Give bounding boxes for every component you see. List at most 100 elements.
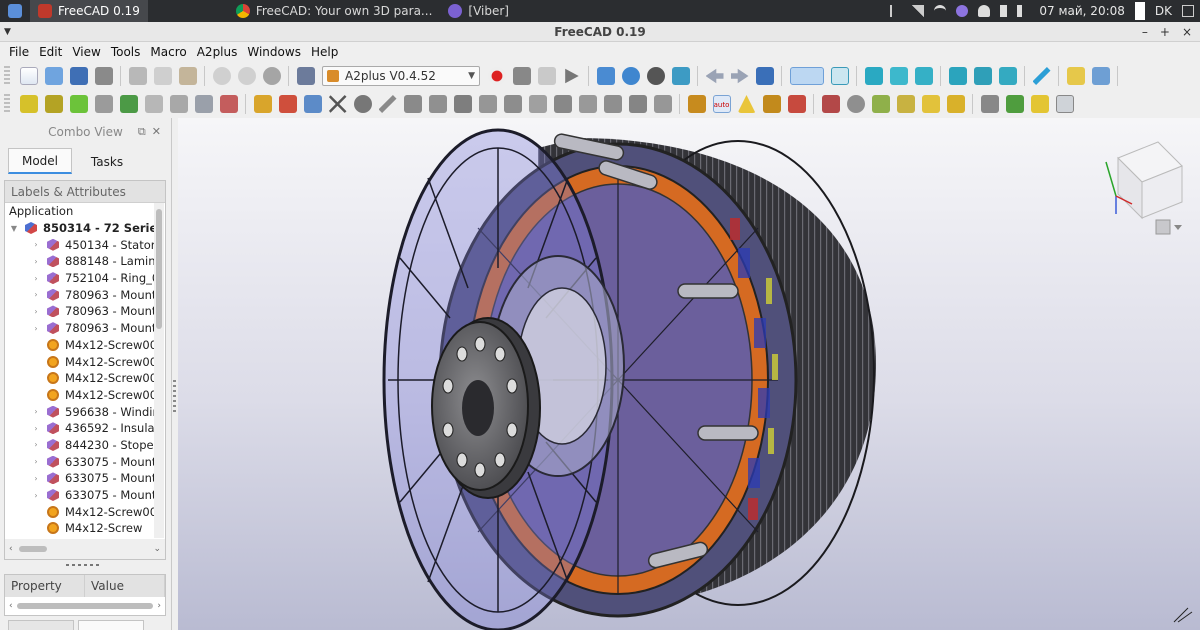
tree-item[interactable]: › 596638 - Winding <box>5 403 155 420</box>
update-imports-icon[interactable] <box>194 95 213 113</box>
wifi-icon[interactable] <box>934 5 947 17</box>
tree-item[interactable]: › 633075 - Mount fo <box>5 487 155 504</box>
menu-tools[interactable]: Tools <box>106 45 146 59</box>
chevron-right-icon[interactable]: › <box>31 274 41 283</box>
point-on-plane-icon[interactable] <box>303 95 322 113</box>
chevron-right-icon[interactable]: › <box>31 407 41 416</box>
copy-icon[interactable] <box>153 67 172 85</box>
chevron-right-icon[interactable]: › <box>31 257 41 266</box>
face-constraint-icon[interactable] <box>603 95 622 113</box>
tree-item[interactable]: › 450134 - Stator m <box>5 236 155 253</box>
measure-distance-icon[interactable] <box>1032 67 1051 85</box>
paste-icon[interactable] <box>178 67 197 85</box>
float-panel-icon[interactable]: ⧉ <box>138 125 146 139</box>
start-menu-button[interactable] <box>0 0 30 22</box>
macro-edit-icon[interactable] <box>537 67 556 85</box>
point-on-line-icon[interactable] <box>278 95 297 113</box>
bluetooth-icon[interactable] <box>890 5 902 17</box>
scroll-left-icon[interactable]: ‹ <box>9 601 13 611</box>
maximize-button[interactable]: + <box>1160 22 1170 42</box>
part-icon[interactable] <box>1066 67 1085 85</box>
tree-item[interactable]: › 780963 - Mount_C <box>5 286 155 303</box>
tree-item[interactable]: M4x12-Screw <box>5 520 155 537</box>
macro-stop-icon[interactable] <box>512 67 531 85</box>
show-desktop-button[interactable] <box>1134 2 1145 20</box>
macro-run-icon[interactable] <box>565 68 579 84</box>
notification-bell-icon[interactable] <box>978 5 991 17</box>
close-panel-icon[interactable]: ✕ <box>152 125 161 139</box>
isolate-part-icon[interactable] <box>896 95 915 113</box>
print-icon[interactable] <box>94 67 113 85</box>
show-constraint-icon[interactable] <box>653 95 672 113</box>
menu-file[interactable]: File <box>4 45 34 59</box>
flip-constraint-icon[interactable] <box>787 95 806 113</box>
axis-plane-parallel-icon[interactable] <box>428 95 447 113</box>
keyboard-layout[interactable]: DK <box>1155 4 1172 18</box>
view-bottom-icon[interactable] <box>973 67 992 85</box>
bounding-box-icon[interactable] <box>671 67 690 85</box>
view-isometric-icon[interactable] <box>830 67 849 85</box>
navigation-cube[interactable] <box>1105 141 1183 220</box>
minimize-button[interactable]: – <box>1142 22 1148 42</box>
tab-tasks[interactable]: Tasks <box>72 148 142 174</box>
clock[interactable]: 07 май, 20:08 <box>1039 4 1125 18</box>
undo-icon[interactable] <box>212 67 231 85</box>
window-list-icon[interactable] <box>1182 5 1194 17</box>
circular-edge-icon[interactable] <box>353 95 372 113</box>
scrollbar-thumb[interactable] <box>16 603 154 609</box>
menu-view[interactable]: View <box>67 45 105 59</box>
scroll-left-icon[interactable]: ‹ <box>9 544 13 554</box>
fit-all-icon[interactable] <box>596 67 615 85</box>
tree-item[interactable]: M4x12-Screw003 <box>5 353 155 370</box>
solve-constraints-icon[interactable] <box>687 95 706 113</box>
task-browser[interactable]: FreeCAD: Your own 3D para... <box>228 0 441 22</box>
constraint-viewer-icon[interactable] <box>762 95 781 113</box>
toolbar-grip[interactable] <box>4 66 10 86</box>
search-constraint-icon[interactable] <box>846 95 865 113</box>
parts-list-icon[interactable] <box>946 95 965 113</box>
chevron-right-icon[interactable]: › <box>31 324 41 333</box>
save-document-icon[interactable] <box>69 67 88 85</box>
view-right-icon[interactable] <box>914 67 933 85</box>
tree-application[interactable]: Application <box>5 203 155 220</box>
zoom-menu-icon[interactable] <box>789 67 824 85</box>
refresh-icon[interactable] <box>262 67 281 85</box>
duplicate-part-icon[interactable] <box>119 95 138 113</box>
menu-macro[interactable]: Macro <box>145 45 191 59</box>
task-viber[interactable]: [Viber] <box>440 0 517 22</box>
chevron-right-icon[interactable]: › <box>31 240 41 249</box>
delete-constraints-icon[interactable] <box>821 95 840 113</box>
scroll-right-icon[interactable]: › <box>157 601 161 611</box>
view-rear-icon[interactable] <box>948 67 967 85</box>
task-freecad[interactable]: FreeCAD 0.19 <box>30 0 148 22</box>
shape-reference-icon[interactable] <box>69 95 88 113</box>
tab-view[interactable] <box>8 620 74 630</box>
tree-vertical-scrollbar[interactable] <box>154 203 164 538</box>
chevron-right-icon[interactable]: › <box>31 424 41 433</box>
std-views-icon[interactable] <box>755 67 774 85</box>
redo-icon[interactable] <box>237 67 256 85</box>
axis-identity-icon[interactable] <box>378 95 397 113</box>
add-part-from-file-icon[interactable] <box>44 95 63 113</box>
chevron-down-icon[interactable]: ▼ <box>9 224 19 233</box>
menu-help[interactable]: Help <box>306 45 343 59</box>
move-part-icon[interactable] <box>94 95 113 113</box>
viber-tray-icon[interactable] <box>956 5 969 17</box>
toggle-transparency-icon[interactable] <box>921 95 940 113</box>
tab-model[interactable]: Model <box>8 148 72 174</box>
warning-icon[interactable] <box>737 95 756 113</box>
macro-record-icon[interactable] <box>487 67 506 85</box>
angled-planes-icon[interactable] <box>503 95 522 113</box>
network-icon[interactable] <box>912 5 925 17</box>
3d-viewport[interactable] <box>178 118 1200 630</box>
menu-edit[interactable]: Edit <box>34 45 67 59</box>
whats-this-icon[interactable] <box>296 67 315 85</box>
chevron-right-icon[interactable]: › <box>31 440 41 449</box>
group-folder-icon[interactable] <box>1091 67 1110 85</box>
tree-horizontal-scrollbar[interactable]: ‹ ⌄ <box>5 539 165 559</box>
view-menu-cube-icon[interactable] <box>1155 219 1182 235</box>
back-arrow-icon[interactable] <box>705 68 724 84</box>
tree-item[interactable]: › 633075 - Mount fo <box>5 470 155 487</box>
volume-icon[interactable] <box>1017 5 1030 17</box>
tree-root-document[interactable]: ▼ 850314 - 72 Series <box>5 220 155 237</box>
